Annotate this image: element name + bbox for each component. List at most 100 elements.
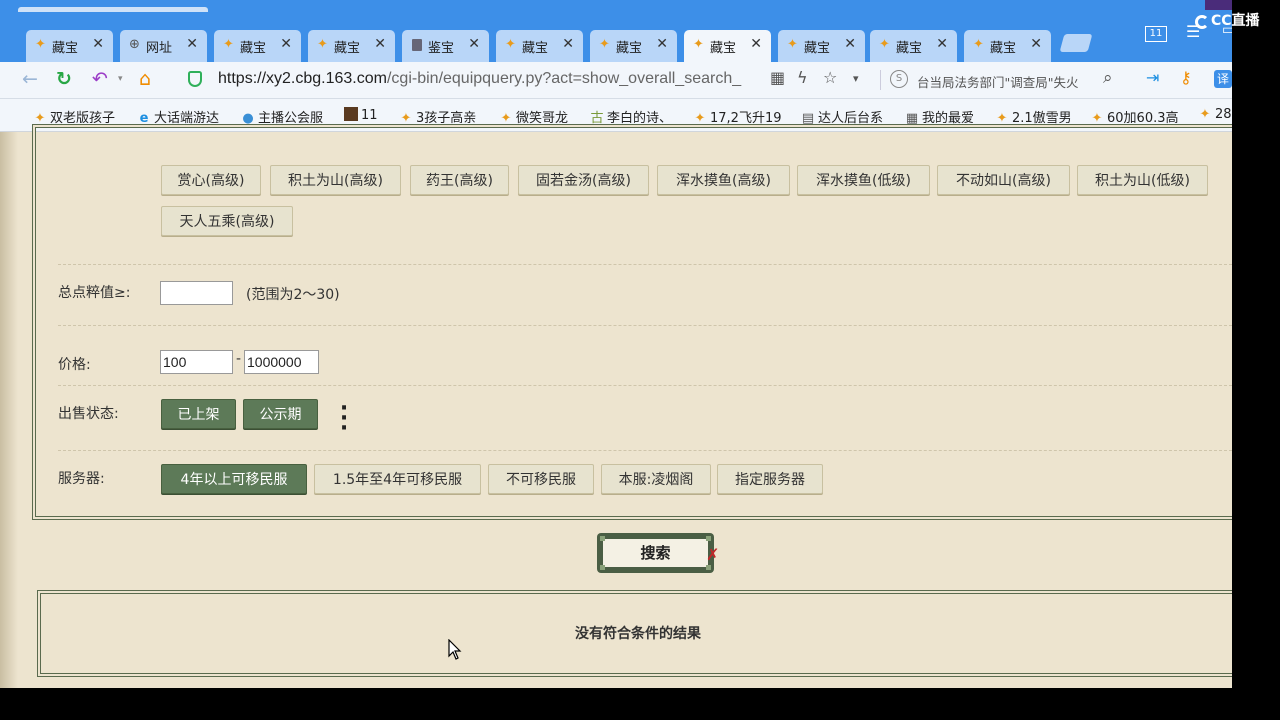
browser-tab[interactable]: ✦ 藏宝 ✕ xyxy=(496,30,583,62)
skill-option-button[interactable]: 天人五乘(高级) xyxy=(161,206,293,236)
tab-label: 藏宝 xyxy=(616,41,643,56)
star-icon[interactable]: ☆ xyxy=(823,68,837,87)
extension-icon[interactable]: 译 xyxy=(1214,70,1232,88)
skill-option-button[interactable]: 赏心(高级) xyxy=(161,165,261,195)
browser-tab[interactable]: ✦ 藏宝 ✕ xyxy=(590,30,677,62)
tab-strip: ✦ 藏宝 ✕ ⊕ 网址 ✕ ✦ 藏宝 ✕ ✦ 藏宝 ✕ 鉴宝 ✕ ✦ 藏宝 ✕ ✦ 藏宝 ✕ ✦ 藏宝 ✕ ✦ 藏宝 ✕ ✦ 藏宝 ✕ ✦… xyxy=(0,0,1232,63)
undo-icon[interactable]: ↶ xyxy=(92,68,108,90)
bird-icon: ✦ xyxy=(879,37,890,52)
browser-tab[interactable]: ✦ 藏宝 ✕ xyxy=(308,30,395,62)
bird-icon: ✦ xyxy=(223,37,234,52)
results-panel: 没有符合条件的结果 xyxy=(37,590,1232,677)
bookmark-item[interactable]: ✦ 28 xyxy=(1197,107,1232,122)
browser-tab[interactable]: ✦ 藏宝 ✕ xyxy=(26,30,113,62)
skill-option-button[interactable]: 不动如山(高级) xyxy=(937,165,1070,195)
qr-code-icon[interactable]: ▦ xyxy=(770,68,785,87)
search-button[interactable]: 搜索 xyxy=(597,533,714,573)
tab-label: 藏宝 xyxy=(52,41,79,56)
stream-watermark-logo: CC直播 xyxy=(1195,10,1260,30)
lightning-icon[interactable]: ϟ xyxy=(797,68,808,87)
search-button-label: 搜索 xyxy=(603,539,708,567)
chevron-down-icon[interactable]: ▾ xyxy=(853,72,859,85)
browser-tab[interactable]: ✦ 藏宝 ✕ xyxy=(684,30,771,63)
server-option[interactable]: 指定服务器 xyxy=(717,464,823,494)
skill-option-button[interactable]: 浑水摸鱼(低级) xyxy=(797,165,930,195)
browser-window: ✦ 藏宝 ✕ ⊕ 网址 ✕ ✦ 藏宝 ✕ ✦ 藏宝 ✕ 鉴宝 ✕ ✦ 藏宝 ✕ ✦ 藏宝 ✕ ✦ 藏宝 ✕ ✦ 藏宝 ✕ ✦ 藏宝 ✕ ✦… xyxy=(0,0,1232,688)
tab-count-badge[interactable]: 11 xyxy=(1145,26,1167,42)
divider xyxy=(58,385,1232,386)
price-max-input[interactable]: 1000000 xyxy=(244,350,319,374)
search-icon[interactable]: ⌕ xyxy=(1103,68,1113,88)
tab-label: 网址 xyxy=(146,41,173,56)
bird-icon: ✦ xyxy=(599,37,610,52)
skill-option-button[interactable]: 积土为山(高级) xyxy=(270,165,401,195)
bookmark-item[interactable]: 11 xyxy=(344,107,378,123)
more-options-icon[interactable]: · · · xyxy=(336,398,352,440)
tab-label: 藏宝 xyxy=(710,41,737,56)
close-icon[interactable]: ✕ xyxy=(468,36,480,52)
security-shield-icon[interactable] xyxy=(188,71,202,87)
close-icon[interactable]: ✕ xyxy=(656,36,668,52)
points-range-hint: (范围为2～30) xyxy=(246,287,340,303)
server-option[interactable]: 1.5年至4年可移民服 xyxy=(314,464,481,494)
taskbar-app-strip xyxy=(1205,0,1232,10)
new-tab-button[interactable] xyxy=(1059,34,1093,52)
close-icon[interactable]: ✕ xyxy=(92,36,104,52)
bird-icon: ✦ xyxy=(693,37,704,52)
page-frame xyxy=(0,132,18,688)
search-engine-icon[interactable]: S xyxy=(890,70,908,88)
window-drag-handle[interactable] xyxy=(18,7,208,12)
server-label: 服务器: xyxy=(58,471,105,487)
skill-option-button[interactable]: 积土为山(低级) xyxy=(1077,165,1208,195)
skill-option-button[interactable]: 药王(高级) xyxy=(410,165,509,195)
no-results-message: 没有符合条件的结果 xyxy=(575,626,701,642)
browser-tab[interactable]: ✦ 藏宝 ✕ xyxy=(870,30,957,62)
points-label: 总点粹值≥: xyxy=(58,285,131,301)
points-input[interactable] xyxy=(160,281,233,305)
document-icon xyxy=(412,39,422,51)
divider xyxy=(58,450,1232,451)
price-min-input[interactable]: 100 xyxy=(160,350,233,374)
close-icon[interactable]: ✕ xyxy=(186,36,198,52)
sale-status-option[interactable]: 公示期 xyxy=(243,399,318,429)
key-icon[interactable]: ⚷ xyxy=(1180,68,1192,87)
search-input[interactable]: 台当局法务部门"调查局"失火 xyxy=(917,72,1095,91)
url-field[interactable]: https://xy2.cbg.163.com/cgi-bin/equipque… xyxy=(218,70,741,88)
browser-tab[interactable]: ⊕ 网址 ✕ xyxy=(120,30,207,62)
bird-icon: ✦ xyxy=(317,37,328,52)
bird-icon: ✦ xyxy=(35,37,46,52)
browser-tab[interactable]: ✦ 藏宝 ✕ xyxy=(778,30,865,62)
browser-tab[interactable]: ✦ 藏宝 ✕ xyxy=(964,30,1051,62)
close-icon[interactable]: ✕ xyxy=(750,36,762,52)
close-icon[interactable]: ✕ xyxy=(844,36,856,52)
home-icon[interactable]: ⌂ xyxy=(139,68,151,90)
browser-tab[interactable]: ✦ 藏宝 ✕ xyxy=(214,30,301,62)
tab-label: 藏宝 xyxy=(522,41,549,56)
server-option[interactable]: 本服:凌烟阁 xyxy=(601,464,711,494)
sale-status-option[interactable]: 已上架 xyxy=(161,399,236,429)
server-option[interactable]: 不可移民服 xyxy=(488,464,594,494)
login-icon[interactable]: ⇥ xyxy=(1146,68,1159,87)
chevron-down-icon[interactable]: ▾ xyxy=(118,74,123,84)
close-icon[interactable]: ✕ xyxy=(936,36,948,52)
browser-tab[interactable]: 鉴宝 ✕ xyxy=(402,30,489,62)
skill-option-button[interactable]: 浑水摸鱼(高级) xyxy=(657,165,790,195)
back-arrow-icon[interactable]: ← xyxy=(22,68,38,90)
close-icon[interactable]: ✕ xyxy=(1030,36,1042,52)
skill-option-button[interactable]: 固若金汤(高级) xyxy=(518,165,649,195)
globe-icon: ⊕ xyxy=(129,37,140,52)
bird-icon: ✦ xyxy=(787,37,798,52)
url-path: /cgi-bin/equipquery.py?act=show_overall_… xyxy=(386,70,742,87)
close-icon[interactable]: ✕ xyxy=(280,36,292,52)
bird-icon: ✦ xyxy=(973,37,984,52)
ribbon-icon: ✗ xyxy=(706,545,720,564)
close-icon[interactable]: ✕ xyxy=(562,36,574,52)
tab-label: 藏宝 xyxy=(240,41,267,56)
game-icon xyxy=(344,107,358,121)
watermark-text: CC直播 xyxy=(1211,13,1260,29)
bookmark-label: 28 xyxy=(1215,107,1232,122)
bird-icon: ✦ xyxy=(505,37,516,52)
close-icon[interactable]: ✕ xyxy=(374,36,386,52)
reload-icon[interactable]: ↻ xyxy=(56,68,72,90)
server-option[interactable]: 4年以上可移民服 xyxy=(161,464,307,494)
